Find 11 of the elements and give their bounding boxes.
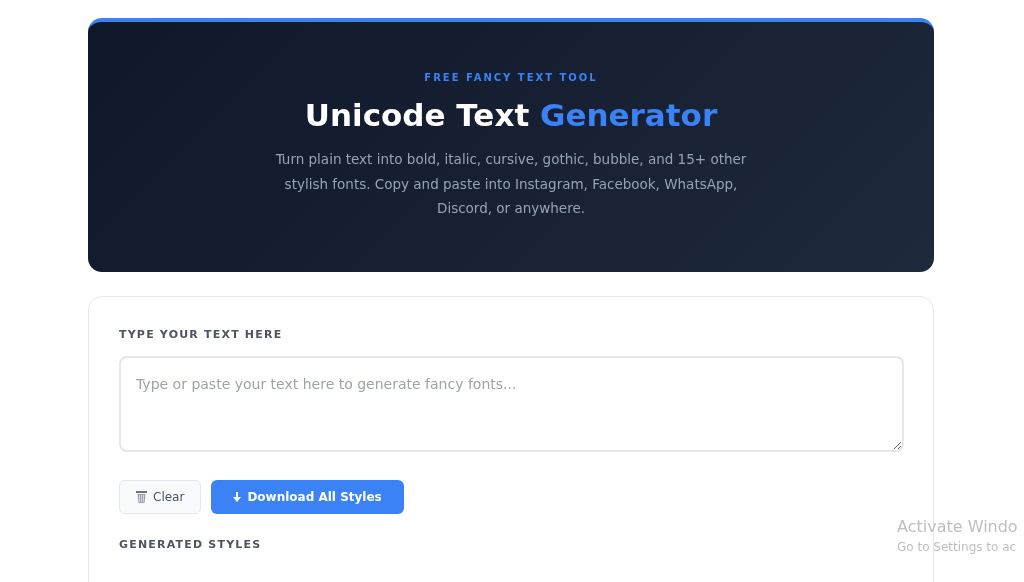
clear-button[interactable]: Clear (119, 480, 202, 514)
input-label: TYPE YOUR TEXT HERE (119, 328, 284, 341)
download-button[interactable]: Download All Styles (211, 480, 404, 514)
hero-tagline: FREE FANCY TEXT TOOL (423, 72, 599, 83)
activation-notice-title: Activate Windo (897, 517, 1018, 536)
hero-description: Turn plain text into bold, italic, cursive, gothic, bubble, and 15+ other stylish fonts. Copy and paste into Instagram, Facebook, WhatsApp, Discord, or anywhere. (274, 150, 748, 218)
text-input-field[interactable]: Type or paste your text here to generate fancy fonts... (119, 356, 904, 452)
page-title: Unicode Text Generator (303, 97, 719, 133)
trash-icon (136, 491, 147, 503)
activation-notice-text: Go to Settings to ac (897, 540, 1018, 554)
download-arrow-icon (233, 492, 242, 502)
